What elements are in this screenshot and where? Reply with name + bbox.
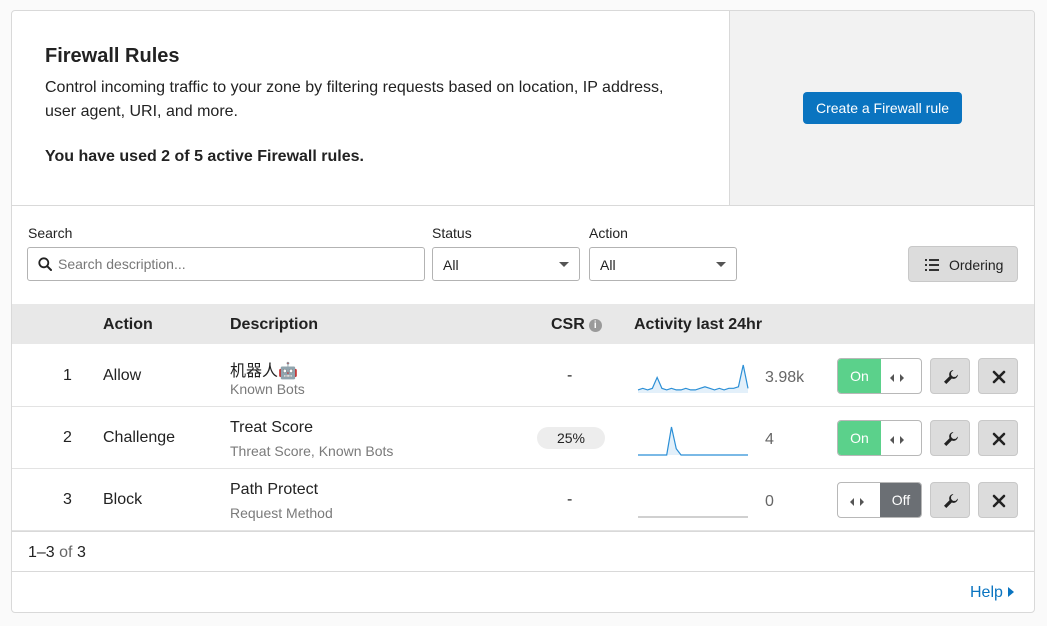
firewall-rules-card: Firewall Rules Control incoming traffic … [11, 10, 1035, 613]
activity-count: 0 [765, 493, 774, 510]
column-header-action: Action [103, 316, 153, 333]
rule-description: Path Protect [230, 481, 319, 498]
chevron-down-icon [716, 262, 726, 267]
table-header: Action Description CSR i Activity last 24… [12, 304, 1034, 344]
column-header-csr: CSR i [551, 316, 602, 334]
create-firewall-rule-button[interactable]: Create a Firewall rule [803, 92, 962, 124]
rule-description: Treat Score [230, 419, 313, 436]
edit-rule-button[interactable] [930, 482, 970, 518]
close-icon [992, 432, 1006, 446]
close-icon [992, 494, 1006, 508]
rule-priority: 2 [63, 429, 72, 446]
csr-header-label: CSR [551, 316, 585, 333]
page-title: Firewall Rules [45, 45, 180, 67]
rule-csr: - [567, 491, 573, 508]
range-value: 1–3 [28, 544, 55, 561]
rule-action: Challenge [103, 429, 176, 446]
ordering-label: Ordering [949, 257, 1004, 273]
hero-text: Firewall Rules Control incoming traffic … [12, 11, 729, 205]
search-label: Search [28, 225, 73, 241]
toggle-off-label: Off [880, 483, 921, 517]
activity-count: 4 [765, 431, 774, 448]
pagination-range: 1–3 of 3 [28, 544, 86, 562]
edit-rule-button[interactable] [930, 420, 970, 456]
ordering-button[interactable]: Ordering [908, 246, 1018, 282]
hero-section: Firewall Rules Control incoming traffic … [12, 11, 1034, 206]
hero-action-panel: Create a Firewall rule [729, 11, 1034, 205]
edit-rule-button[interactable] [930, 358, 970, 394]
list-order-icon [925, 258, 939, 274]
action-label: Action [589, 225, 628, 241]
rule-action: Block [103, 491, 143, 508]
activity-sparkline [638, 426, 748, 456]
sparkline-area [638, 427, 748, 455]
page-description: Control incoming traffic to your zone by… [45, 79, 664, 120]
wrench-icon [944, 432, 958, 446]
toggle-handle-icon [890, 370, 904, 388]
rule-fields: Known Bots [230, 381, 305, 397]
delete-rule-button[interactable] [978, 482, 1018, 518]
rule-toggle-on[interactable]: On [837, 358, 922, 394]
rule-action: Allow [103, 367, 142, 384]
rule-priority: 1 [63, 367, 72, 384]
activity-sparkline [638, 516, 748, 518]
range-total: 3 [76, 544, 86, 561]
toggle-on-label: On [838, 359, 881, 393]
table-row: 1 Allow 机器人🤖 Known Bots - 3.98k On [12, 345, 1034, 407]
rule-toggle-off[interactable]: Off [837, 482, 922, 518]
rule-csr-badge: 25% [537, 427, 605, 449]
delete-rule-button[interactable] [978, 358, 1018, 394]
chevron-down-icon [559, 262, 569, 267]
table-row: 2 Challenge Treat Score Threat Score, Known… [12, 407, 1034, 469]
close-icon [992, 370, 1006, 384]
range-of: of [59, 544, 73, 561]
delete-rule-button[interactable] [978, 420, 1018, 456]
usage-summary: You have used 2 of 5 active Firewall rul… [45, 148, 364, 165]
rule-fields: Request Method [230, 505, 333, 521]
search-input[interactable] [58, 248, 418, 280]
activity-sparkline [637, 364, 749, 393]
rule-description: 机器人🤖 [230, 363, 298, 380]
rule-fields: Threat Score, Known Bots [230, 443, 394, 459]
status-select-value: All [443, 257, 459, 273]
help-link[interactable]: Help [970, 584, 1014, 602]
help-label: Help [970, 584, 1003, 601]
pagination: 1–3 of 3 [12, 531, 1034, 572]
rule-csr: - [567, 367, 573, 384]
rule-priority: 3 [63, 491, 72, 508]
filter-bar: Search Status All Action All Ordering [12, 206, 1034, 304]
wrench-icon [944, 370, 958, 384]
activity-count: 3.98k [765, 369, 805, 386]
column-header-activity: Activity last 24hr [634, 316, 763, 333]
status-label: Status [432, 225, 472, 241]
toggle-handle-icon [850, 494, 864, 512]
info-icon[interactable]: i [588, 319, 602, 332]
caret-right-icon [1007, 587, 1014, 597]
rule-toggle-on[interactable]: On [837, 420, 922, 456]
wrench-icon [944, 494, 958, 508]
column-header-description: Description [230, 316, 319, 333]
table-row: 3 Block Path Protect Request Method - 0 Off [12, 469, 1034, 531]
search-field[interactable] [27, 247, 425, 281]
action-select[interactable]: All [589, 247, 737, 281]
toggle-handle-icon [890, 432, 904, 450]
status-select[interactable]: All [432, 247, 580, 281]
action-select-value: All [600, 257, 616, 273]
toggle-on-label: On [838, 421, 881, 455]
sparkline-line [638, 426, 748, 456]
search-icon [38, 257, 52, 276]
